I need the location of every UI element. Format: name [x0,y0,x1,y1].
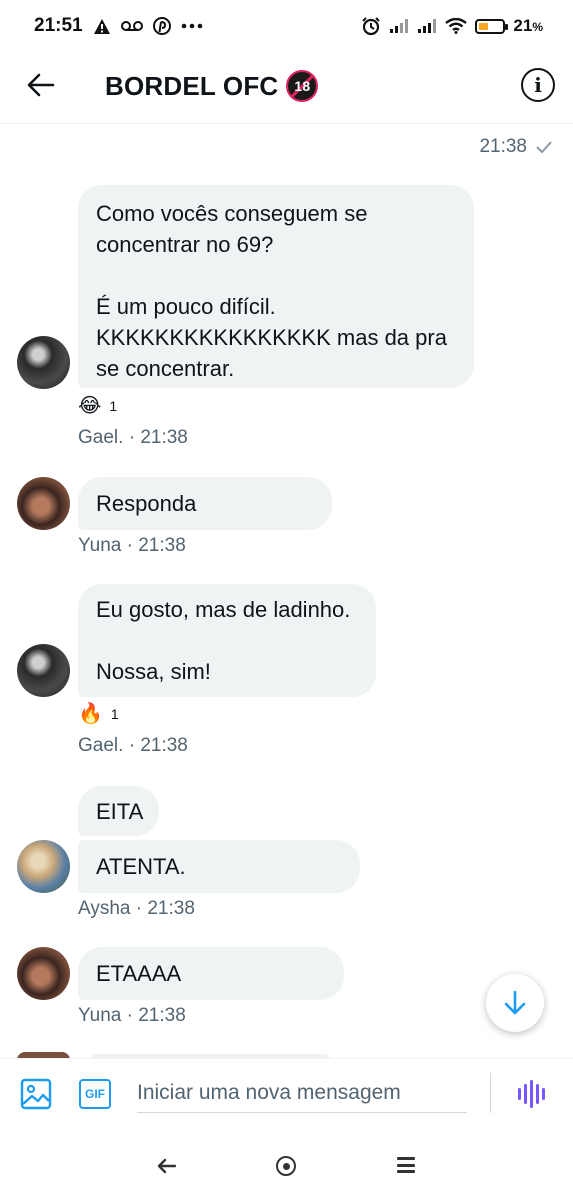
avatar[interactable] [17,477,70,530]
avatar[interactable] [17,840,70,893]
message-bubble[interactable]: EITA [78,786,159,836]
nav-back-icon [157,1158,177,1174]
message-bubble[interactable]: Como vocês conseguem se concentrar no 69… [78,185,474,388]
previous-message-timestamp: 21:38 [479,136,553,158]
status-time: 21:51 [34,15,83,36]
reaction-count: 1 [109,398,118,414]
adult-18-badge-icon: 18 [286,70,319,102]
message-bubble[interactable]: Responda [78,477,332,530]
more-dots-icon [181,23,203,29]
message-author: Yuna [78,1005,122,1026]
avatar[interactable] [17,336,70,389]
message-author: Aysha [78,898,131,919]
message-author: Gael. [78,735,124,756]
avatar[interactable] [17,947,70,1000]
nav-home-icon [282,1162,290,1170]
scroll-to-bottom-button[interactable] [486,974,544,1032]
voicemail-icon [120,20,143,32]
message-meta: Yuna · 21:38 [78,1005,186,1026]
message-time: 21:38 [140,735,188,756]
composer-divider [490,1073,491,1113]
info-icon: i [534,73,542,97]
group-name: BORDEL OFC [105,70,279,101]
message-author: Gael. [78,427,124,448]
message-time: 21:38 [140,427,188,448]
back-button[interactable] [24,68,58,102]
message-bubble[interactable]: Eu gosto, mas de ladinho. Nossa, sim! [78,584,376,697]
message-meta: Aysha · 21:38 [78,898,195,919]
message-reaction[interactable]: 😂 1 [78,396,117,416]
message-bubble[interactable]: ETAAAA [78,947,344,1000]
message-time: 21:38 [147,898,195,919]
reaction-count: 1 [110,706,119,722]
message-meta: Gael. · 21:38 [78,735,188,756]
alarm-icon [361,16,381,36]
nav-home-button[interactable] [276,1156,296,1176]
warning-icon [93,18,111,35]
message-author: Yuna [78,535,122,556]
conversation-header: BORDEL OFC 18 i [0,52,573,124]
message-bubble[interactable]: ATENTA. [78,840,360,893]
message-time: 21:38 [138,1005,186,1026]
avatar[interactable] [17,644,70,697]
conversation-title[interactable]: BORDEL OFC 18 [105,70,319,102]
message-reaction[interactable]: 🔥 1 [78,704,119,724]
message-meta: Yuna · 21:38 [78,535,186,556]
add-image-button[interactable] [20,1078,52,1110]
message-time: 21:38 [138,535,186,556]
fire-emoji-icon: 🔥 [78,703,103,725]
status-bar: 21:51 21% [0,0,573,52]
message-composer: GIF [0,1058,573,1132]
voice-message-button[interactable] [516,1079,546,1109]
sent-check-icon [536,141,552,154]
message-input[interactable] [137,1073,467,1113]
nav-menu-button[interactable] [397,1157,415,1173]
arrow-left-icon [27,73,55,97]
joy-emoji-icon: 😂 [78,395,102,417]
nav-back-button[interactable] [155,1154,179,1178]
nav-menu-icon [397,1157,415,1160]
gif-button[interactable]: GIF [79,1079,111,1109]
wifi-icon [445,18,468,34]
signal-icon [417,18,437,34]
system-navigation-bar [0,1132,573,1200]
arrow-down-icon [504,990,526,1015]
message-meta: Gael. · 21:38 [78,427,188,448]
battery-icon [475,18,509,34]
gif-label: GIF [85,1087,105,1101]
info-button[interactable]: i [521,68,555,102]
image-icon [20,1078,52,1110]
signal-icon [389,18,409,34]
battery-percent: 21% [513,16,543,35]
pinterest-icon [152,17,171,35]
